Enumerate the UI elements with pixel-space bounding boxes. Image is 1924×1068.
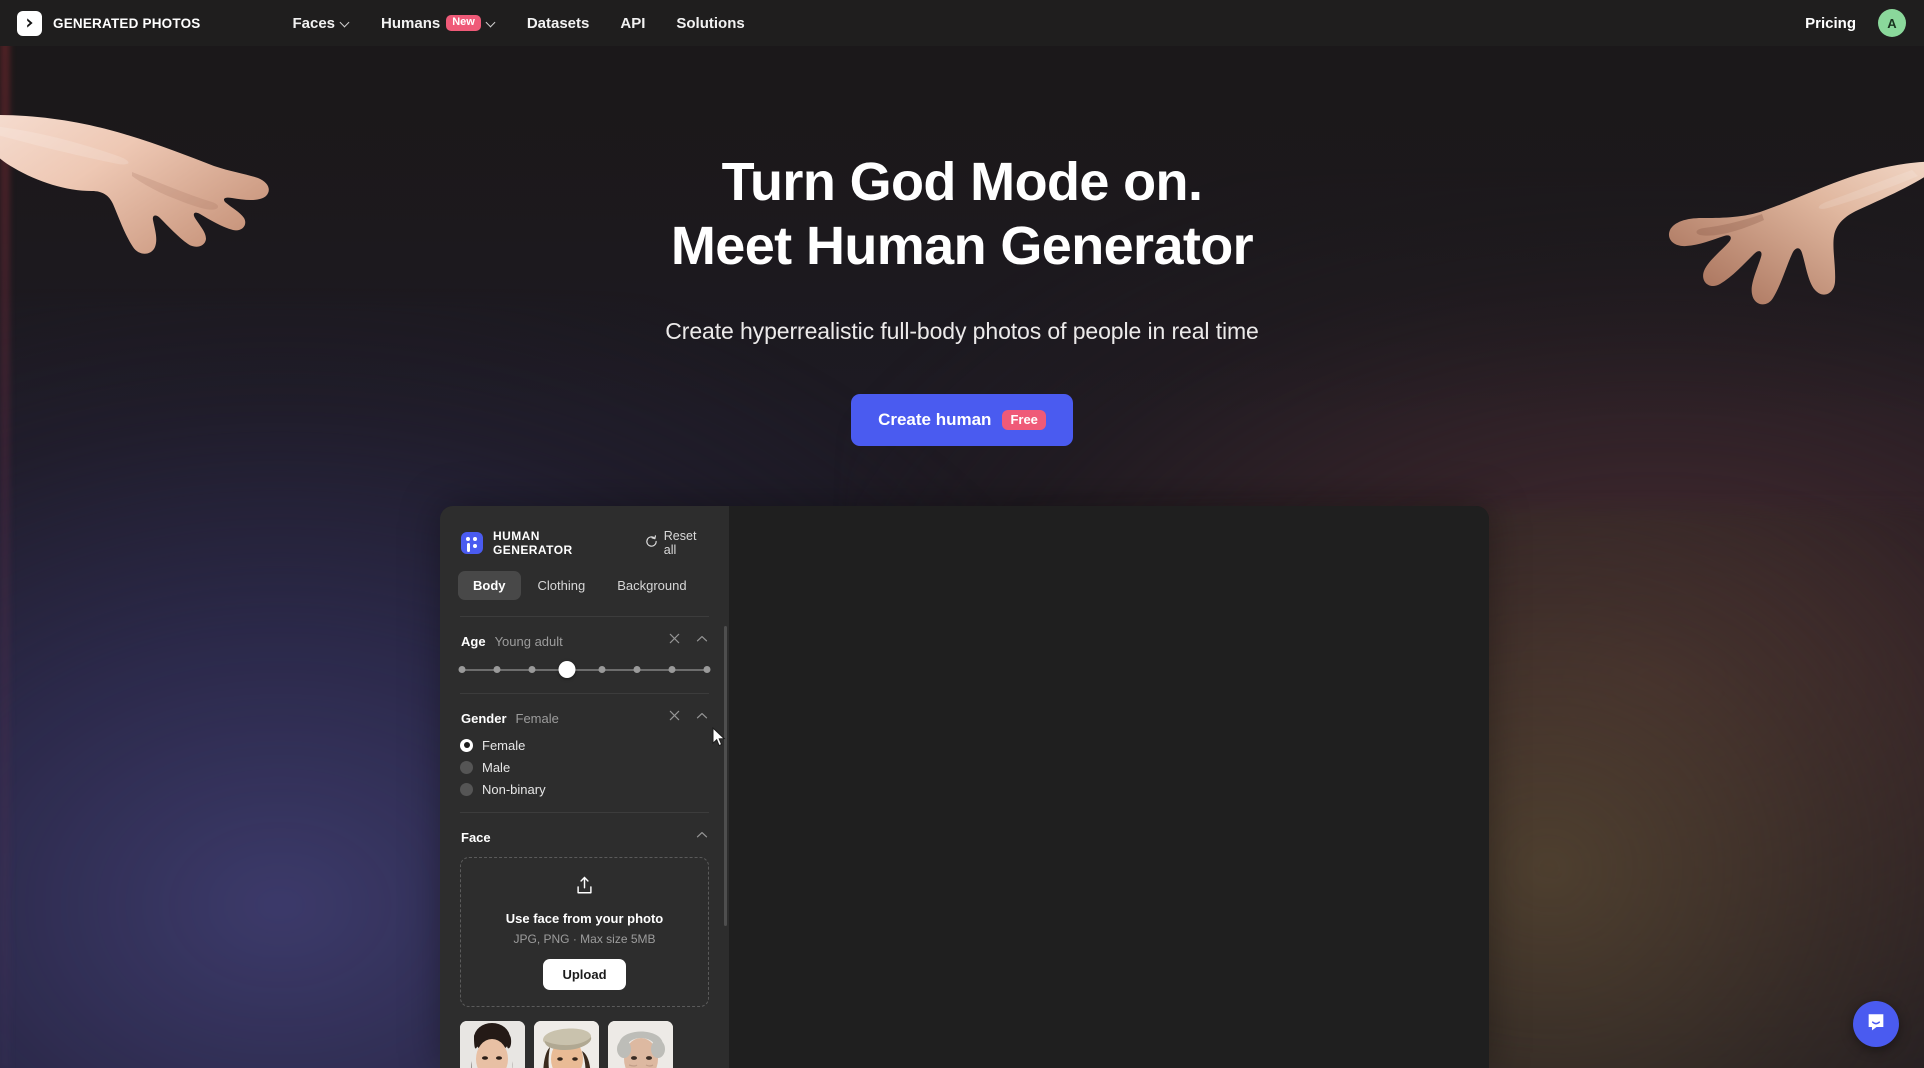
age-slider-tick: [528, 666, 536, 673]
page-title: Turn God Mode on. Meet Human Generator: [0, 151, 1924, 278]
gender-option-nonbinary[interactable]: Non-binary: [460, 778, 709, 800]
section-gender-actions: [668, 709, 709, 728]
face-preset-young-woman[interactable]: [460, 1021, 525, 1068]
generator-header: HUMAN GENERATOR Reset all: [440, 506, 729, 557]
face-upload-dropzone[interactable]: Use face from your photo JPG, PNG · Max …: [460, 857, 709, 1007]
create-human-button[interactable]: Create human Free: [851, 394, 1073, 447]
dropzone-hint: JPG, PNG · Max size 5MB: [513, 932, 656, 946]
generator-title: HUMAN GENERATOR: [493, 529, 573, 557]
section-gender: Gender Female Female Male Non-binary: [460, 693, 709, 812]
avatar[interactable]: A: [1878, 9, 1906, 37]
gender-option-nonbinary-label: Non-binary: [482, 781, 546, 797]
radio-selected-icon: [460, 738, 473, 752]
nav-item-faces[interactable]: Faces: [292, 15, 350, 32]
hero-title-line-2: Meet Human Generator: [670, 215, 1254, 276]
section-age-header: Age Young adult: [460, 617, 709, 651]
nav-item-datasets[interactable]: Datasets: [527, 15, 590, 32]
section-age: Age Young adult: [458, 616, 711, 683]
age-slider[interactable]: [458, 657, 711, 683]
age-slider-tick: [668, 666, 676, 673]
hero-section: Turn God Mode on. Meet Human Generator C…: [0, 46, 1924, 447]
top-navbar: GENERATED PHOTOS Faces Humans New Datase…: [0, 0, 1924, 46]
section-age-value: Young adult: [494, 633, 563, 649]
nav-links: Faces Humans New Datasets API Solutions: [292, 15, 744, 32]
new-badge: New: [446, 15, 481, 31]
hero-title-line-1: Turn God Mode on.: [721, 152, 1203, 212]
create-human-button-label: Create human: [878, 410, 992, 430]
section-gender-header: Gender Female: [460, 694, 709, 728]
dropzone-title: Use face from your photo: [505, 911, 664, 926]
brand-name: GENERATED PHOTOS: [53, 15, 201, 31]
age-slider-tick: [633, 666, 641, 673]
reset-circular-arrow-icon: [645, 535, 658, 551]
section-gender-label: Gender: [461, 710, 507, 726]
free-badge: Free: [1002, 410, 1046, 431]
gender-option-male[interactable]: Male: [460, 756, 709, 778]
age-slider-tick: [493, 666, 501, 673]
gender-option-female[interactable]: Female: [460, 734, 709, 756]
face-preset-thumbnails: [460, 1021, 709, 1068]
nav-right-group: Pricing A: [1805, 9, 1906, 37]
generator-preview-stage: [729, 506, 1489, 1068]
generator-controls-sidebar: HUMAN GENERATOR Reset all Body Clothing …: [440, 506, 729, 1068]
nav-item-datasets-label: Datasets: [526, 14, 590, 32]
nav-item-pricing[interactable]: Pricing: [1805, 15, 1856, 32]
age-slider-tick: [458, 666, 466, 673]
section-face-label: Face: [461, 829, 491, 845]
human-generator-logo-icon: [461, 532, 483, 554]
section-face-header: Face: [460, 813, 709, 847]
nav-item-solutions[interactable]: Solutions: [676, 15, 744, 32]
gender-option-male-label: Male: [482, 759, 511, 775]
human-generator-panel: HUMAN GENERATOR Reset all Body Clothing …: [440, 506, 1489, 1068]
reset-all-button[interactable]: Reset all: [645, 529, 709, 557]
reset-all-label: Reset all: [663, 529, 697, 557]
upload-share-icon: [574, 876, 595, 900]
section-age-actions: [668, 632, 709, 651]
gender-radio-group: Female Male Non-binary: [460, 728, 709, 812]
close-x-icon[interactable]: [668, 632, 681, 650]
tab-body[interactable]: Body: [458, 571, 521, 600]
sidebar-scrollbar[interactable]: [724, 626, 727, 926]
chat-support-button[interactable]: [1853, 1001, 1899, 1047]
face-preset-man-with-hat[interactable]: [534, 1021, 599, 1068]
section-gender-value: Female: [515, 710, 559, 726]
section-age-label: Age: [461, 633, 486, 649]
chevron-up-icon[interactable]: [695, 709, 709, 728]
radio-unselected-icon: [460, 782, 473, 796]
radio-unselected-icon: [460, 760, 473, 774]
face-preset-elderly-woman[interactable]: [608, 1021, 673, 1068]
generator-tabs: Body Clothing Background: [440, 557, 729, 600]
close-x-icon[interactable]: [668, 709, 681, 727]
chat-bubble-icon: [1865, 1011, 1887, 1038]
nav-item-api[interactable]: API: [620, 15, 645, 32]
chevron-up-icon[interactable]: [695, 632, 709, 651]
section-face-actions: [695, 828, 709, 847]
brand-logo[interactable]: GENERATED PHOTOS: [17, 10, 201, 36]
nav-item-humans-label: Humans: [381, 14, 441, 32]
section-face: Face Use face from your photo JPG, PNG ·…: [460, 812, 709, 1068]
tab-clothing[interactable]: Clothing: [523, 571, 601, 600]
page-root: GENERATED PHOTOS Faces Humans New Datase…: [0, 0, 1924, 1068]
nav-item-humans[interactable]: Humans New: [381, 15, 496, 32]
nav-item-api-label: API: [620, 14, 646, 32]
chevron-down-icon: [341, 18, 350, 27]
gender-option-female-label: Female: [482, 737, 526, 753]
hero-subtitle: Create hyperrealistic full-body photos o…: [665, 318, 1259, 345]
age-slider-tick: [703, 666, 711, 673]
tab-background[interactable]: Background: [602, 571, 701, 600]
nav-item-solutions-label: Solutions: [676, 14, 745, 32]
upload-button[interactable]: Upload: [543, 959, 626, 990]
chevron-up-icon[interactable]: [695, 828, 709, 847]
chevron-right-logo-icon: [17, 10, 42, 36]
nav-item-faces-label: Faces: [292, 14, 336, 32]
age-slider-tick: [598, 666, 606, 673]
age-slider-thumb[interactable]: [558, 661, 576, 678]
chevron-down-icon: [487, 18, 496, 27]
